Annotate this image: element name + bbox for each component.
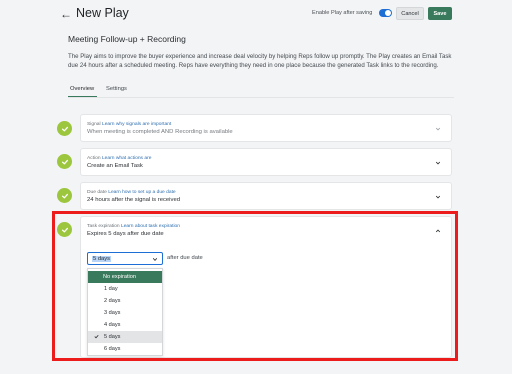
check-circle-icon xyxy=(57,121,72,136)
enable-play-label: Enable Play after saving xyxy=(312,10,373,16)
learn-link[interactable]: Learn why signals are important xyxy=(102,122,171,127)
highlight-box xyxy=(52,211,458,361)
learn-link[interactable]: Learn how to set up a due date xyxy=(108,190,175,195)
save-button[interactable]: Save xyxy=(428,7,452,20)
check-circle-icon xyxy=(57,154,72,169)
chevron-down-icon[interactable] xyxy=(435,126,441,132)
tab-settings[interactable]: Settings xyxy=(106,86,127,92)
header: ← New Play Enable Play after saving Canc… xyxy=(0,0,512,30)
tabs-divider xyxy=(68,97,454,98)
enable-play-toggle[interactable] xyxy=(379,9,392,17)
tab-overview[interactable]: Overview xyxy=(70,86,94,92)
learn-link[interactable]: Learn what actions are xyxy=(102,156,151,161)
step-card-action[interactable]: Action Learn what actions are Create an … xyxy=(80,148,452,176)
check-circle-icon xyxy=(57,188,72,203)
step-card-signal[interactable]: Signal Learn why signals are important W… xyxy=(80,114,452,142)
step-card-due-date[interactable]: Due date Learn how to set up a due date … xyxy=(80,182,452,210)
chevron-down-icon[interactable] xyxy=(435,194,441,200)
step-value: When meeting is completed AND Recording … xyxy=(87,129,233,135)
cancel-button[interactable]: Cancel xyxy=(396,7,424,20)
step-value: Create an Email Task xyxy=(87,163,143,169)
step-label: Due date Learn how to set up a due date xyxy=(87,190,176,195)
chevron-down-icon[interactable] xyxy=(435,160,441,166)
step-label: Action Learn what actions are xyxy=(87,156,152,161)
step-value: 24 hours after the signal is received xyxy=(87,197,180,203)
arrow-left-icon[interactable]: ← xyxy=(60,7,72,21)
step-label: Signal Learn why signals are important xyxy=(87,122,172,127)
play-title: Meeting Follow-up + Recording xyxy=(68,34,186,44)
play-description: The Play aims to improve the buyer exper… xyxy=(68,53,452,69)
page-title: New Play xyxy=(76,6,129,20)
